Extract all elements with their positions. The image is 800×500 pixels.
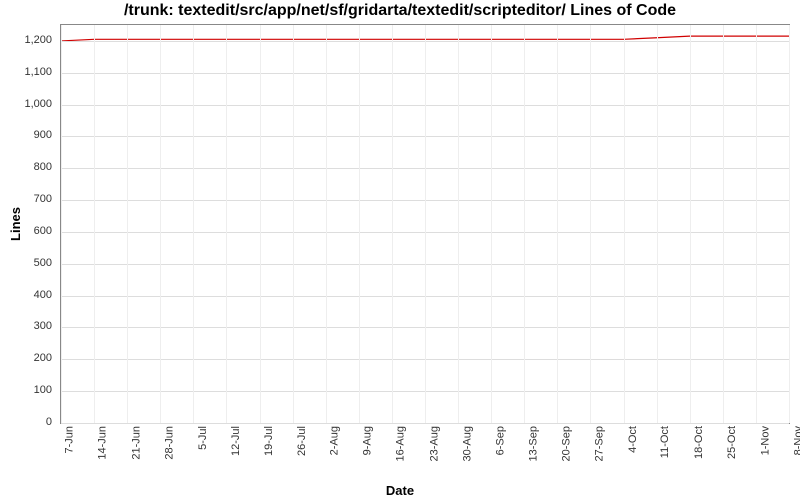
x-tick-label: 1-Nov <box>759 426 771 455</box>
y-tick-label: 1,000 <box>24 98 52 110</box>
x-tick-label: 11-Oct <box>660 426 672 458</box>
x-tick-label: 20-Sep <box>560 426 572 461</box>
x-grid-line <box>160 25 161 423</box>
y-tick-label: 200 <box>34 352 52 364</box>
chart-title: /trunk: textedit/src/app/net/sf/gridarta… <box>0 2 800 20</box>
x-grid-line <box>326 25 327 423</box>
x-tick-label: 23-Aug <box>428 426 440 461</box>
x-grid-line <box>359 25 360 423</box>
x-tick-label: 8-Nov <box>792 426 800 455</box>
x-grid-line <box>226 25 227 423</box>
x-grid-line <box>624 25 625 423</box>
x-tick-label: 19-Jul <box>263 426 275 456</box>
y-tick-label: 300 <box>34 320 52 332</box>
y-tick-label: 500 <box>34 257 52 269</box>
x-axis-ticks: 7-Jun 14-Jun 21-Jun 28-Jun 5-Jul 12-Jul 19-Jul… <box>60 426 790 481</box>
x-grid-line <box>61 25 62 423</box>
x-tick-label: 12-Jul <box>229 426 241 456</box>
x-tick-label: 5-Jul <box>196 426 208 450</box>
y-tick-label: 800 <box>34 161 52 173</box>
chart-container: /trunk: textedit/src/app/net/sf/gridarta… <box>0 0 800 500</box>
x-tick-label: 13-Sep <box>527 426 539 461</box>
y-tick-label: 1,100 <box>24 66 52 78</box>
x-grid-line <box>392 25 393 423</box>
x-grid-line <box>458 25 459 423</box>
x-tick-label: 9-Aug <box>362 426 374 455</box>
x-grid-line <box>491 25 492 423</box>
x-tick-label: 2-Aug <box>329 426 341 455</box>
x-tick-label: 25-Oct <box>726 426 738 459</box>
y-tick-label: 900 <box>34 129 52 141</box>
x-tick-label: 21-Jun <box>130 426 142 460</box>
x-grid-line <box>524 25 525 423</box>
y-tick-label: 0 <box>46 416 52 428</box>
y-grid-line <box>61 423 789 424</box>
x-grid-line <box>723 25 724 423</box>
y-tick-label: 400 <box>34 289 52 301</box>
x-grid-line <box>260 25 261 423</box>
x-grid-line <box>789 25 790 423</box>
x-tick-label: 30-Aug <box>461 426 473 461</box>
x-grid-line <box>94 25 95 423</box>
y-tick-label: 1,200 <box>24 34 52 46</box>
x-tick-label: 18-Oct <box>693 426 705 459</box>
x-tick-label: 7-Jun <box>64 426 76 454</box>
y-tick-label: 100 <box>34 384 52 396</box>
x-grid-line <box>690 25 691 423</box>
x-grid-line <box>557 25 558 423</box>
x-tick-label: 14-Jun <box>97 426 109 460</box>
x-grid-line <box>590 25 591 423</box>
x-tick-label: 6-Sep <box>494 426 506 455</box>
x-tick-label: 27-Sep <box>593 426 605 461</box>
x-tick-label: 16-Aug <box>395 426 407 461</box>
y-tick-label: 600 <box>34 225 52 237</box>
x-tick-label: 28-Jun <box>163 426 175 460</box>
x-tick-label: 26-Jul <box>296 426 308 456</box>
x-grid-line <box>193 25 194 423</box>
y-axis-ticks: 01002003004005006007008009001,0001,1001,… <box>0 24 56 424</box>
x-tick-label: 4-Oct <box>627 426 639 453</box>
plot-area <box>60 24 790 424</box>
x-grid-line <box>657 25 658 423</box>
x-axis-label: Date <box>0 483 800 498</box>
x-grid-line <box>756 25 757 423</box>
x-grid-line <box>293 25 294 423</box>
x-grid-line <box>127 25 128 423</box>
x-grid-line <box>425 25 426 423</box>
y-tick-label: 700 <box>34 193 52 205</box>
